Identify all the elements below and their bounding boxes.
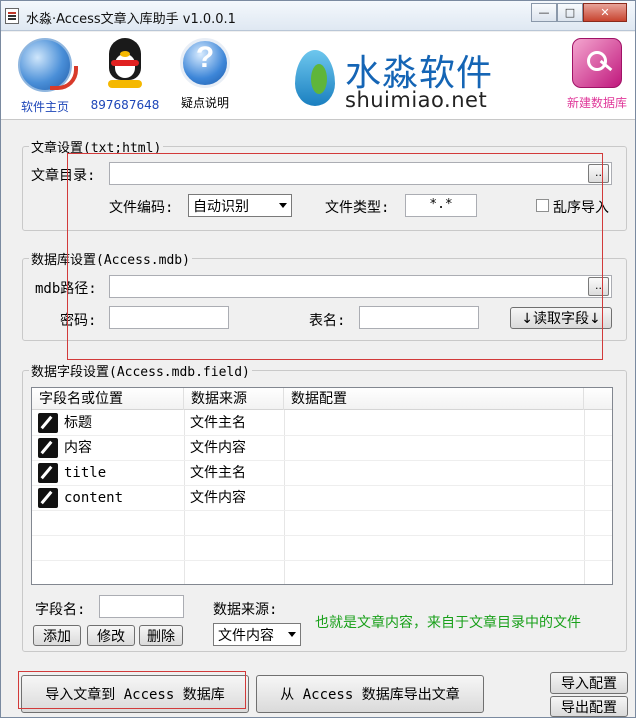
modify-field-button[interactable]: 修改: [87, 625, 135, 646]
highlight-box: [67, 153, 603, 360]
edit-pen-icon: [38, 438, 58, 458]
import-config-button[interactable]: 导入配置: [550, 672, 628, 694]
export-config-button[interactable]: 导出配置: [550, 696, 628, 717]
field-source-cell: 文件内容: [190, 440, 246, 456]
field-name-cell: 内容: [64, 440, 92, 456]
empty-row: [32, 511, 612, 536]
empty-row: [32, 536, 612, 561]
add-field-button[interactable]: 添加: [33, 625, 81, 646]
field-name-cell: 标题: [64, 415, 92, 431]
fields-settings-title: 数据字段设置(Access.mdb.field): [29, 361, 252, 380]
highlight-box: [18, 671, 246, 709]
qq-penguin-icon: [102, 38, 148, 92]
table-row[interactable]: content 文件内容: [32, 486, 612, 511]
column-header-config[interactable]: 数据配置: [284, 388, 584, 410]
toolbar-help-label: 疑点说明: [180, 96, 229, 110]
toolbar-new-database-label: 新建数据库: [566, 96, 627, 110]
data-source-select[interactable]: 文件内容: [213, 623, 301, 646]
app-icon: [5, 8, 19, 24]
edit-pen-icon: [38, 463, 58, 483]
brand-logo: 水淼软件 shuimiao.net: [293, 44, 503, 114]
column-header-source[interactable]: 数据来源: [184, 388, 284, 410]
fields-table: 字段名或位置 数据来源 数据配置 标题 文件主名 内容 文件内容 title 文…: [31, 387, 613, 585]
close-button[interactable]: ✕: [583, 3, 627, 22]
globe-icon: [18, 38, 78, 92]
minimize-button[interactable]: —: [531, 3, 557, 22]
toolbar-qq-label: 897687648: [90, 98, 160, 112]
table-row[interactable]: 标题 文件主名: [32, 411, 612, 436]
field-source-cell: 文件主名: [190, 465, 246, 481]
toolbar-qq[interactable]: 897687648: [85, 38, 165, 112]
table-row[interactable]: 内容 文件内容: [32, 436, 612, 461]
water-drop-icon: [295, 50, 335, 106]
field-name-cell: title: [64, 465, 107, 481]
toolbar-home[interactable]: 软件主页: [5, 38, 85, 115]
help-icon: ?: [180, 38, 230, 88]
toolbar-home-label: 软件主页: [20, 100, 69, 114]
field-source-cell: 文件内容: [190, 490, 246, 506]
field-name-cell: content: [64, 490, 124, 506]
fields-table-header: 字段名或位置 数据来源 数据配置: [32, 388, 612, 410]
edit-pen-icon: [38, 488, 58, 508]
edit-pen-icon: [38, 413, 58, 433]
field-name-input[interactable]: [99, 595, 184, 618]
header-toolbar: 软件主页 897687648 ? 疑点说明 水淼软件 shuimiao.net …: [1, 32, 635, 120]
export-articles-button[interactable]: 从 Access 数据库导出文章: [256, 675, 484, 713]
delete-field-button[interactable]: 删除: [139, 625, 183, 646]
title-bar: 水淼·Access文章入库助手 v1.0.0.1 — □ ✕: [1, 1, 635, 31]
maximize-button[interactable]: □: [557, 3, 583, 22]
field-name-label: 字段名:: [35, 602, 86, 618]
window-title: 水淼·Access文章入库助手 v1.0.0.1: [26, 12, 236, 27]
field-source-cell: 文件主名: [190, 415, 246, 431]
key-icon: [572, 38, 622, 88]
toolbar-help[interactable]: ? 疑点说明: [165, 38, 245, 111]
toolbar-new-database[interactable]: 新建数据库: [557, 38, 636, 111]
column-header-field[interactable]: 字段名或位置: [32, 388, 184, 410]
window-controls: — □ ✕: [531, 3, 627, 22]
data-source-select-value: 文件内容: [218, 628, 274, 644]
table-row[interactable]: title 文件主名: [32, 461, 612, 486]
chevron-down-icon: [288, 632, 296, 637]
data-source-label: 数据来源:: [213, 602, 278, 618]
brand-name-en: shuimiao.net: [345, 88, 488, 112]
app-window: 水淼·Access文章入库助手 v1.0.0.1 — □ ✕ 软件主页 8976…: [0, 0, 636, 718]
source-hint-text: 也就是文章内容，来自于文章目录中的文件: [315, 615, 581, 631]
